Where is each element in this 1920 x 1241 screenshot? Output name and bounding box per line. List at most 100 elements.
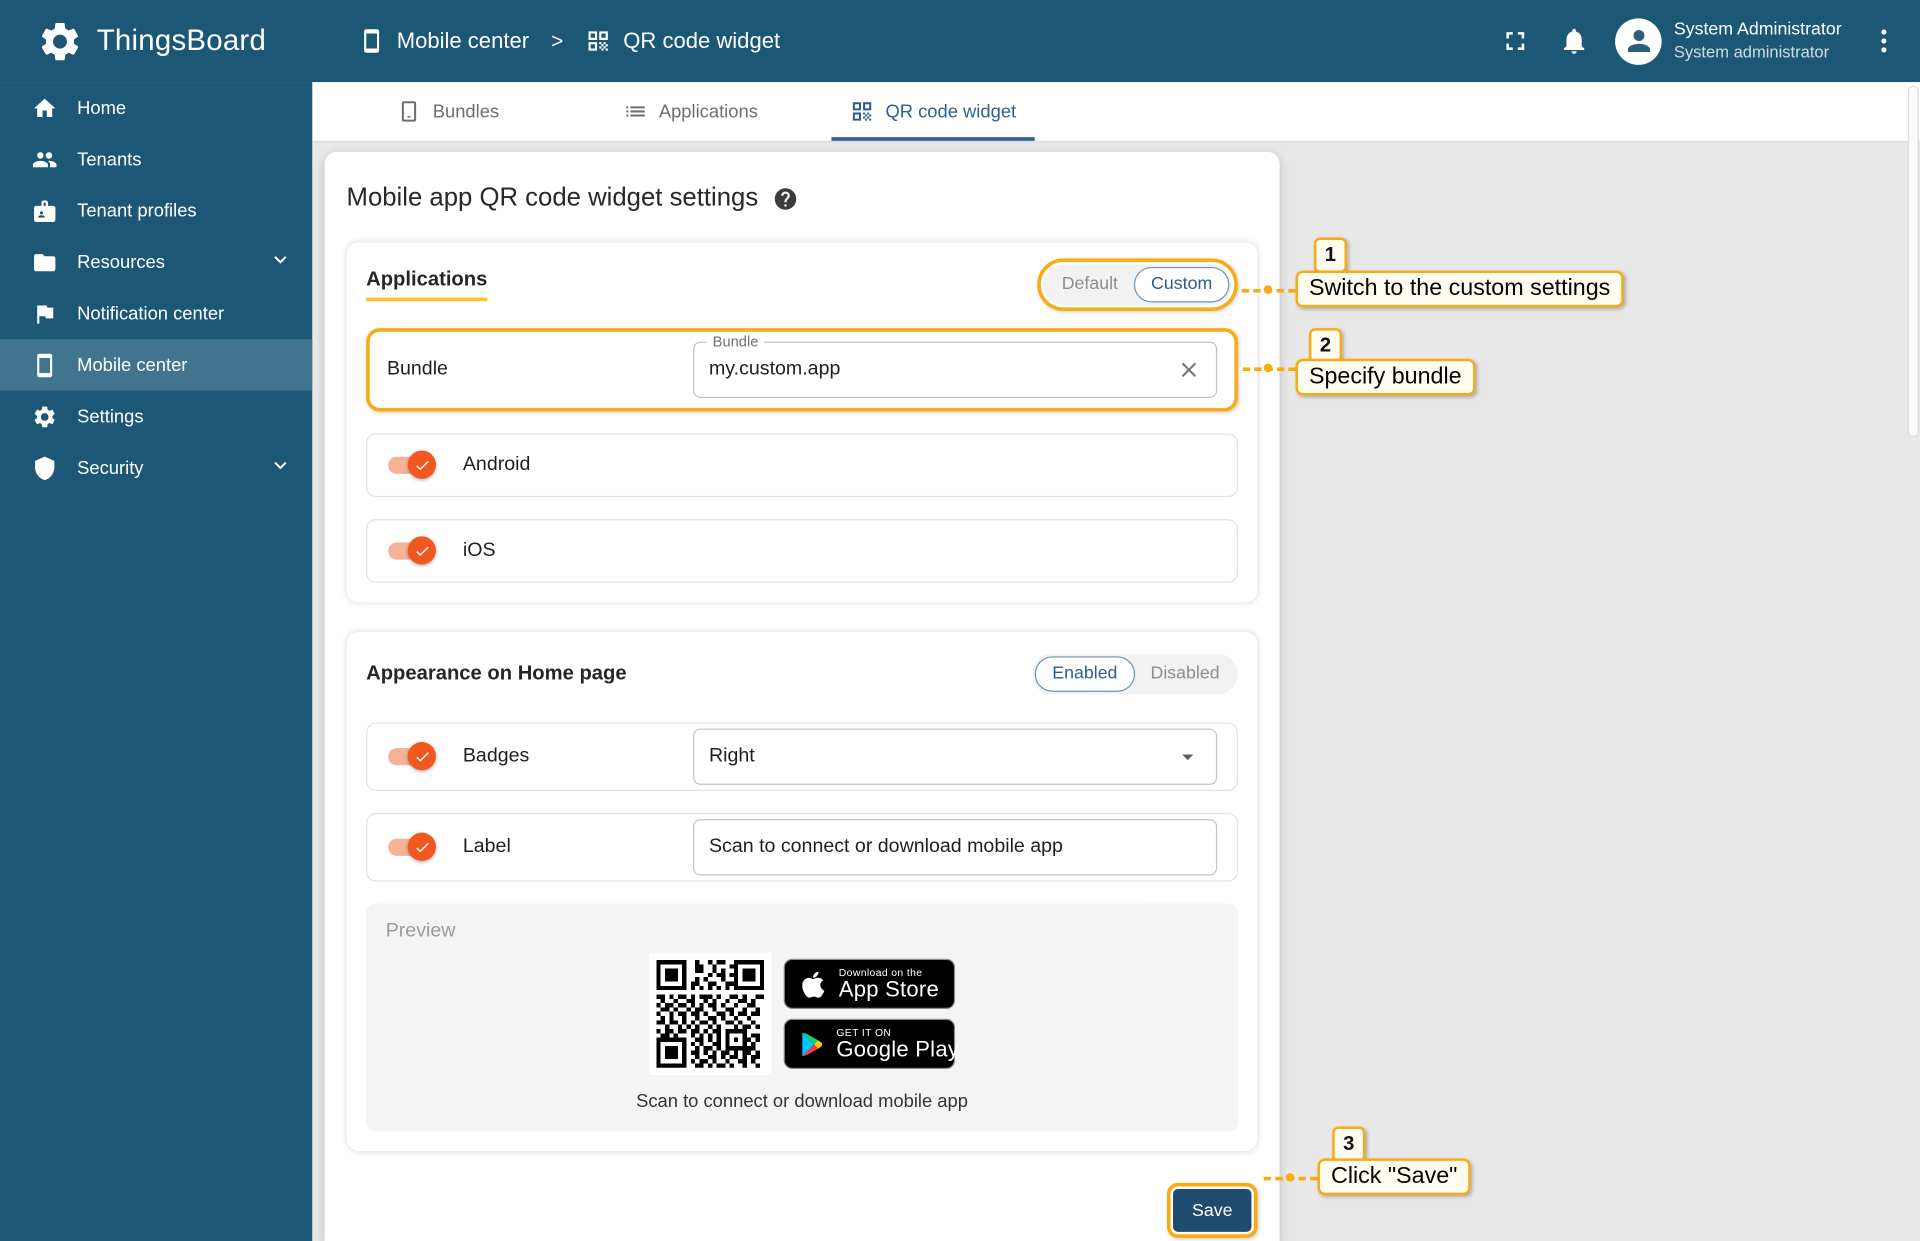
tab-qr-code-widget[interactable]: QR code widget bbox=[812, 82, 1054, 141]
badges-position-value: Right bbox=[709, 746, 1174, 768]
label-toggle[interactable] bbox=[387, 833, 436, 862]
user-name: System Administrator bbox=[1674, 19, 1842, 42]
check-icon bbox=[413, 838, 430, 855]
fullscreen-icon bbox=[1499, 26, 1530, 57]
breadcrumb-separator: > bbox=[551, 29, 563, 53]
sidebar-item-label: Resources bbox=[77, 252, 165, 273]
annotation-highlight-mode-toggle: Default Custom bbox=[1037, 258, 1238, 311]
ios-label: iOS bbox=[463, 540, 496, 562]
tab-applications[interactable]: Applications bbox=[569, 82, 811, 141]
app-store-badge[interactable]: Download on the App Store bbox=[784, 959, 955, 1009]
save-button[interactable]: Save bbox=[1173, 1189, 1251, 1232]
bundle-row-label: Bundle bbox=[387, 359, 693, 381]
label-row: Label bbox=[366, 813, 1238, 882]
annotation-highlight-bundle: Bundle Bundle bbox=[366, 328, 1238, 411]
tab-label: Applications bbox=[659, 101, 758, 122]
bundle-input[interactable] bbox=[709, 359, 1167, 381]
help-button[interactable] bbox=[773, 186, 799, 212]
label-input[interactable] bbox=[709, 836, 1201, 858]
sidebar-item-label: Home bbox=[77, 97, 126, 118]
user-role: System administrator bbox=[1674, 42, 1842, 63]
resources-icon bbox=[32, 249, 58, 275]
sidebar-item-label: Security bbox=[77, 457, 143, 478]
settings-icon bbox=[32, 403, 58, 429]
sidebar-item-security[interactable]: Security bbox=[0, 442, 312, 493]
bundle-field-floating-label: Bundle bbox=[707, 333, 765, 350]
state-toggle-group: Enabled Disabled bbox=[1033, 653, 1238, 693]
bundle-row: Bundle Bundle bbox=[370, 332, 1234, 408]
qr-code-image bbox=[649, 953, 771, 1075]
page-title: Mobile app QR code widget settings bbox=[347, 184, 1258, 213]
breadcrumb: Mobile center > QR code widget bbox=[359, 28, 780, 54]
label-field bbox=[693, 819, 1217, 875]
badges-row: Badges Right bbox=[366, 722, 1238, 791]
clear-bundle-button[interactable] bbox=[1177, 358, 1201, 382]
kebab-menu-icon bbox=[1868, 26, 1899, 57]
fullscreen-button[interactable] bbox=[1498, 24, 1532, 58]
appearance-panel: Appearance on Home page Enabled Disabled… bbox=[347, 632, 1258, 1151]
sidebar-item-label: Mobile center bbox=[77, 354, 187, 375]
thingsboard-logo[interactable]: ThingsBoard bbox=[0, 18, 312, 65]
annotation-connector-dot bbox=[1286, 1173, 1295, 1182]
enabled-button[interactable]: Enabled bbox=[1035, 656, 1134, 692]
sidebar-item-notification-center[interactable]: Notification center bbox=[0, 288, 312, 339]
thingsboard-logo-icon bbox=[37, 18, 84, 65]
preview-box: Preview bbox=[366, 904, 1238, 1132]
security-icon bbox=[32, 455, 58, 481]
annotation-connector-dot bbox=[1264, 364, 1273, 373]
avatar bbox=[1615, 18, 1662, 65]
chevron-down-icon bbox=[268, 247, 292, 276]
mobile-center-icon bbox=[359, 28, 385, 54]
bell-icon bbox=[1558, 26, 1589, 57]
scrollbar-thumb[interactable] bbox=[1908, 86, 1919, 437]
sidebar-item-label: Notification center bbox=[77, 303, 224, 324]
badges-toggle[interactable] bbox=[387, 742, 436, 771]
android-label: Android bbox=[463, 454, 531, 476]
disabled-button[interactable]: Disabled bbox=[1135, 656, 1236, 692]
ios-row: iOS bbox=[366, 519, 1238, 583]
google-play-badge[interactable]: GET IT ON Google Play bbox=[784, 1019, 955, 1069]
check-icon bbox=[413, 748, 430, 765]
chevron-down-icon bbox=[268, 453, 292, 482]
sidebar-item-resources[interactable]: Resources bbox=[0, 236, 312, 287]
more-menu-button[interactable] bbox=[1866, 24, 1900, 58]
default-mode-button[interactable]: Default bbox=[1046, 266, 1134, 302]
preview-title: Preview bbox=[386, 921, 1219, 943]
check-icon bbox=[413, 456, 430, 473]
check-icon bbox=[413, 542, 430, 559]
sidebar-item-tenant-profiles[interactable]: Tenant profiles bbox=[0, 185, 312, 236]
custom-mode-button[interactable]: Custom bbox=[1134, 266, 1229, 302]
sidebar-item-mobile-center[interactable]: Mobile center bbox=[0, 339, 312, 390]
sidebar-item-label: Tenant profiles bbox=[77, 200, 196, 221]
sidebar: Home Tenants Tenant profiles Resources N… bbox=[0, 82, 312, 1241]
content-area: Bundles Applications QR code widget Mobi… bbox=[312, 82, 1920, 1241]
page-title-text: Mobile app QR code widget settings bbox=[347, 184, 759, 213]
annotation-callout: Specify bundle bbox=[1296, 359, 1476, 396]
badges-position-select[interactable]: Right bbox=[693, 729, 1217, 785]
app-store-name: App Store bbox=[839, 979, 939, 1002]
google-play-icon bbox=[798, 1029, 825, 1058]
sidebar-item-home[interactable]: Home bbox=[0, 82, 312, 133]
sidebar-item-tenants[interactable]: Tenants bbox=[0, 133, 312, 184]
badges-label: Badges bbox=[463, 746, 693, 768]
annotation-step-number: 3 bbox=[1332, 1127, 1365, 1163]
person-icon bbox=[1622, 24, 1655, 57]
applications-section-title: Applications bbox=[366, 268, 487, 301]
applications-icon bbox=[623, 99, 647, 123]
breadcrumb-item[interactable]: Mobile center bbox=[397, 28, 529, 54]
android-row: Android bbox=[366, 433, 1238, 497]
android-toggle[interactable] bbox=[387, 451, 436, 480]
dropdown-arrow-icon bbox=[1174, 743, 1201, 770]
app-name: ThingsBoard bbox=[97, 24, 266, 58]
notifications-button[interactable] bbox=[1556, 24, 1590, 58]
sidebar-item-settings[interactable]: Settings bbox=[0, 391, 312, 442]
qr-code-icon bbox=[585, 28, 611, 54]
tab-bundles[interactable]: Bundles bbox=[327, 82, 569, 141]
tab-label: QR code widget bbox=[885, 101, 1016, 122]
user-menu[interactable]: System Administrator System administrato… bbox=[1615, 18, 1842, 65]
google-play-name: Google Play bbox=[836, 1039, 959, 1062]
ios-toggle[interactable] bbox=[387, 536, 436, 565]
close-icon bbox=[1177, 358, 1201, 382]
annotation-highlight-save: Save bbox=[1167, 1183, 1258, 1238]
qr-code-icon bbox=[850, 99, 874, 123]
